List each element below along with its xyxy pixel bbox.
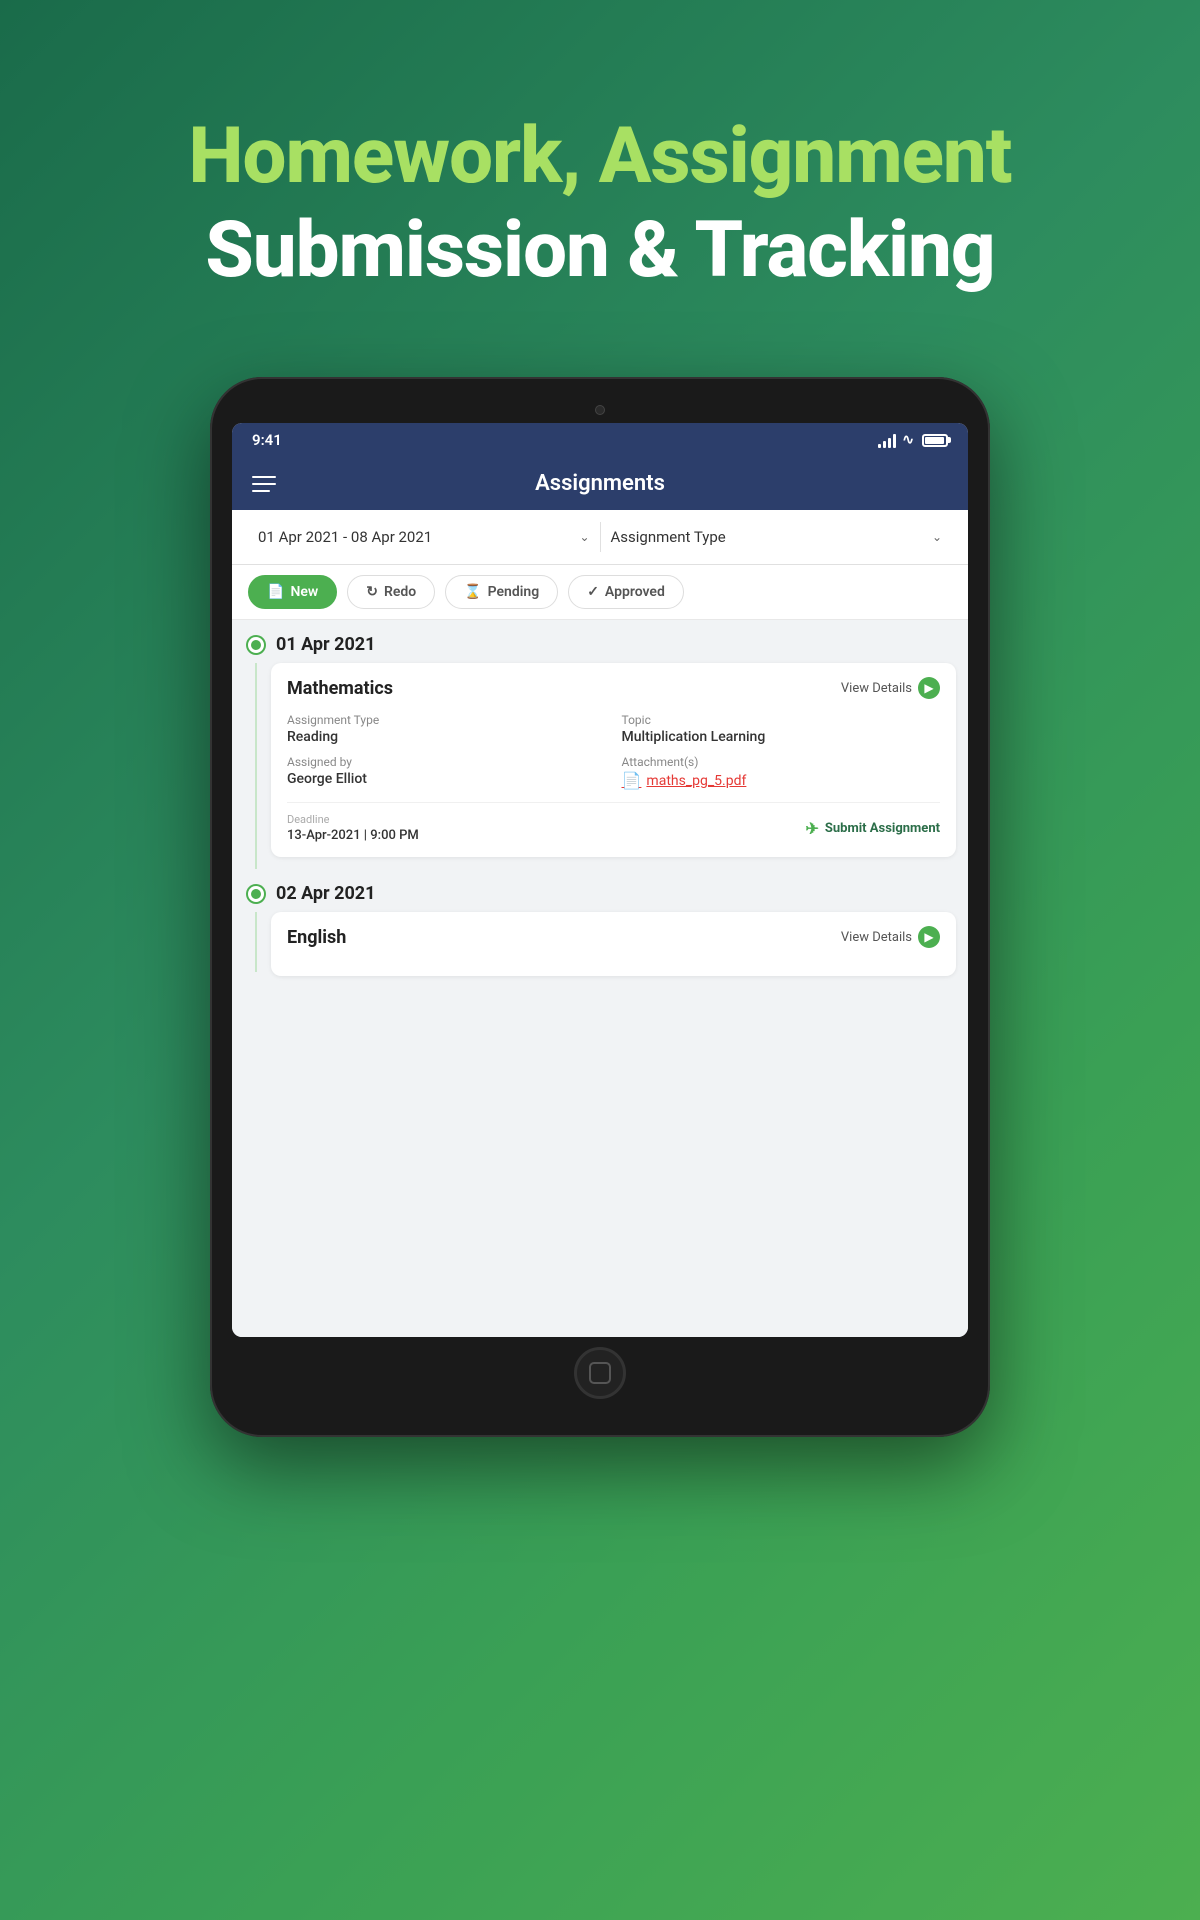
submit-label: Submit Assignment bbox=[825, 821, 940, 836]
tab-redo[interactable]: ↻ Redo bbox=[347, 575, 435, 609]
timeline-section-2: 02 Apr 2021 English View Details ▶ bbox=[232, 869, 968, 988]
tablet-screen: 9:41 ∿ Assignments bbox=[232, 423, 968, 1337]
tablet-device: 9:41 ∿ Assignments bbox=[210, 377, 990, 1437]
tab-approved-label: Approved bbox=[605, 584, 665, 600]
submit-icon: ✈ bbox=[805, 819, 818, 838]
date-range-dropdown[interactable]: 01 Apr 2021 - 08 Apr 2021 ⌄ bbox=[248, 522, 601, 552]
assignment-card-english: English View Details ▶ bbox=[271, 912, 956, 976]
camera bbox=[595, 405, 605, 415]
view-details-icon-2: ▶ bbox=[918, 926, 940, 948]
approved-tab-icon: ✓ bbox=[587, 584, 599, 600]
view-details-label: View Details bbox=[841, 681, 912, 696]
deadline-value: 13-Apr-2021 | 9:00 PM bbox=[287, 828, 419, 843]
pdf-icon: 📄 bbox=[622, 771, 642, 790]
chevron-down-icon: ⌄ bbox=[932, 530, 942, 544]
tab-approved[interactable]: ✓ Approved bbox=[568, 575, 684, 609]
hero-line1: Homework, Assignment bbox=[189, 110, 1012, 204]
assignment-type-label: Assignment Type bbox=[287, 713, 606, 727]
topic-value: Multiplication Learning bbox=[622, 729, 941, 745]
tab-new[interactable]: 📄 New bbox=[248, 575, 337, 609]
subject-name-english: English bbox=[287, 927, 346, 948]
timeline-content-1: Mathematics View Details ▶ Assignment Ty… bbox=[232, 663, 968, 869]
assigned-by-value: George Elliot bbox=[287, 771, 606, 787]
wifi-icon: ∿ bbox=[902, 432, 914, 448]
view-details-label-2: View Details bbox=[841, 930, 912, 945]
deadline-field: Deadline 13-Apr-2021 | 9:00 PM bbox=[287, 813, 419, 843]
date-label-1: 01 Apr 2021 bbox=[276, 634, 375, 655]
redo-tab-icon: ↻ bbox=[366, 584, 378, 600]
attachment-filename: maths_pg_5.pdf bbox=[646, 773, 746, 789]
deadline-section: Deadline 13-Apr-2021 | 9:00 PM ✈ Submit … bbox=[287, 802, 940, 843]
attachments-label: Attachment(s) bbox=[622, 755, 941, 769]
assigned-by-field: Assigned by George Elliot bbox=[287, 755, 606, 790]
timeline-content-2: English View Details ▶ bbox=[232, 912, 968, 988]
tab-bar: 📄 New ↻ Redo ⌛ Pending ✓ Approved bbox=[232, 565, 968, 620]
tab-redo-label: Redo bbox=[384, 584, 416, 600]
card-grid-math: Assignment Type Reading Topic Multiplica… bbox=[287, 713, 940, 790]
pending-tab-icon: ⌛ bbox=[464, 584, 481, 600]
tab-pending-label: Pending bbox=[488, 584, 540, 600]
assignment-type-field: Assignment Type Reading bbox=[287, 713, 606, 745]
chevron-down-icon: ⌄ bbox=[579, 530, 589, 544]
timeline-line-2 bbox=[255, 912, 257, 972]
subject-name-math: Mathematics bbox=[287, 678, 393, 699]
battery-icon bbox=[922, 434, 948, 447]
card-header-english: English View Details ▶ bbox=[287, 926, 940, 948]
content-area: 01 Apr 2021 Mathematics View Details ▶ bbox=[232, 620, 968, 1337]
deadline-label: Deadline bbox=[287, 813, 419, 826]
nav-bar: Assignments bbox=[232, 457, 968, 510]
timeline-section-1: 01 Apr 2021 Mathematics View Details ▶ bbox=[232, 620, 968, 869]
topic-field: Topic Multiplication Learning bbox=[622, 713, 941, 745]
assigned-by-label: Assigned by bbox=[287, 755, 606, 769]
tab-pending[interactable]: ⌛ Pending bbox=[445, 575, 558, 609]
assignment-type-value: Reading bbox=[287, 729, 606, 745]
home-button-inner bbox=[589, 1362, 611, 1384]
assignment-type-dropdown[interactable]: Assignment Type ⌄ bbox=[601, 522, 953, 552]
home-button[interactable] bbox=[574, 1347, 626, 1399]
page-title: Assignments bbox=[535, 471, 665, 496]
date-header-2: 02 Apr 2021 bbox=[232, 869, 968, 912]
view-details-icon: ▶ bbox=[918, 677, 940, 699]
topic-label: Topic bbox=[622, 713, 941, 727]
submit-assignment-button[interactable]: ✈ Submit Assignment bbox=[805, 819, 940, 838]
status-bar: 9:41 ∿ bbox=[232, 423, 968, 457]
timeline-dot bbox=[248, 637, 264, 653]
hero-section: Homework, Assignment Submission & Tracki… bbox=[189, 110, 1012, 297]
new-tab-icon: 📄 bbox=[267, 584, 284, 600]
status-icons: ∿ bbox=[878, 432, 948, 448]
view-details-button-math[interactable]: View Details ▶ bbox=[841, 677, 940, 699]
filter-bar: 01 Apr 2021 - 08 Apr 2021 ⌄ Assignment T… bbox=[232, 510, 968, 565]
timeline-line bbox=[255, 663, 257, 869]
tab-new-label: New bbox=[290, 584, 318, 600]
date-range-value: 01 Apr 2021 - 08 Apr 2021 bbox=[258, 528, 432, 546]
signal-icon bbox=[878, 432, 896, 448]
timeline-dot-2 bbox=[248, 886, 264, 902]
date-label-2: 02 Apr 2021 bbox=[276, 883, 375, 904]
assignment-card-math: Mathematics View Details ▶ Assignment Ty… bbox=[271, 663, 956, 857]
view-details-button-english[interactable]: View Details ▶ bbox=[841, 926, 940, 948]
assignment-type-value: Assignment Type bbox=[611, 528, 726, 546]
card-header-math: Mathematics View Details ▶ bbox=[287, 677, 940, 699]
hero-line2: Submission & Tracking bbox=[189, 204, 1012, 298]
time-display: 9:41 bbox=[252, 431, 282, 449]
date-header-1: 01 Apr 2021 bbox=[232, 620, 968, 663]
attachments-field: Attachment(s) 📄 maths_pg_5.pdf bbox=[622, 755, 941, 790]
attachment-link[interactable]: 📄 maths_pg_5.pdf bbox=[622, 771, 941, 790]
hamburger-menu[interactable] bbox=[252, 476, 276, 492]
